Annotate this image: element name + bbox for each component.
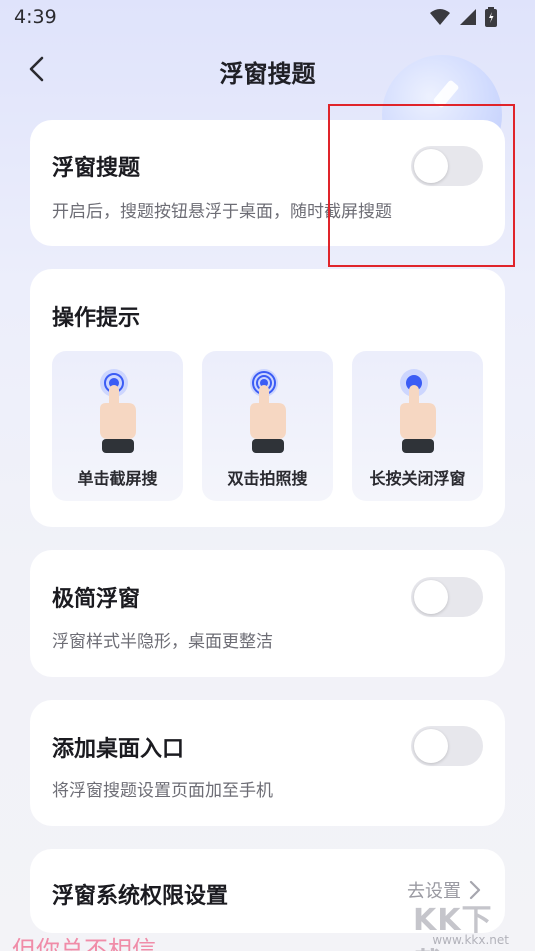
float-search-title: 浮窗搜题 [52,156,141,181]
status-icons [429,6,497,28]
overlay-caption: 但你总不相信 [12,936,156,951]
tip-single-tap: 单击截屏搜 [52,351,183,501]
toggle-knob [414,580,448,614]
double-tap-hand-icon [250,369,286,453]
battery-icon [485,7,497,27]
desktop-entry-title: 添加桌面入口 [52,737,185,762]
tip-label: 单击截屏搜 [77,469,158,488]
desktop-entry-card: 添加桌面入口 将浮窗搜题设置页面加至手机 [30,700,505,826]
minimal-float-card: 极简浮窗 浮窗样式半隐形，桌面更整洁 [30,550,505,677]
minimal-float-description: 浮窗样式半隐形，桌面更整洁 [52,632,273,652]
tip-long-press: 长按关闭浮窗 [352,351,483,501]
permission-title: 浮窗系统权限设置 [52,884,229,909]
status-bar: 4:39 [0,0,535,36]
signal-icon [460,9,476,25]
status-time: 4:39 [14,6,57,28]
tip-label: 双击拍照搜 [227,469,308,488]
wifi-icon [430,9,450,25]
tips-title: 操作提示 [52,306,141,331]
desktop-entry-description: 将浮窗搜题设置页面加至手机 [52,781,273,801]
nav-bar: 浮窗搜题 [0,40,535,100]
tip-double-tap: 双击拍照搜 [202,351,333,501]
long-press-hand-icon [400,369,436,453]
watermark: KK下载 www.kkx.net [413,895,513,951]
watermark-url: www.kkx.net [432,933,509,947]
tip-label: 长按关闭浮窗 [369,469,466,488]
toggle-knob [414,729,448,763]
minimal-float-title: 极简浮窗 [52,587,141,612]
page-title: 浮窗搜题 [219,60,316,88]
tips-card: 操作提示 单击截屏搜 双击拍照搜 长按关闭浮窗 [30,269,505,527]
tap-hand-icon [100,369,136,453]
highlight-box [328,104,515,267]
minimal-float-toggle[interactable] [411,577,483,617]
desktop-entry-toggle[interactable] [411,726,483,766]
